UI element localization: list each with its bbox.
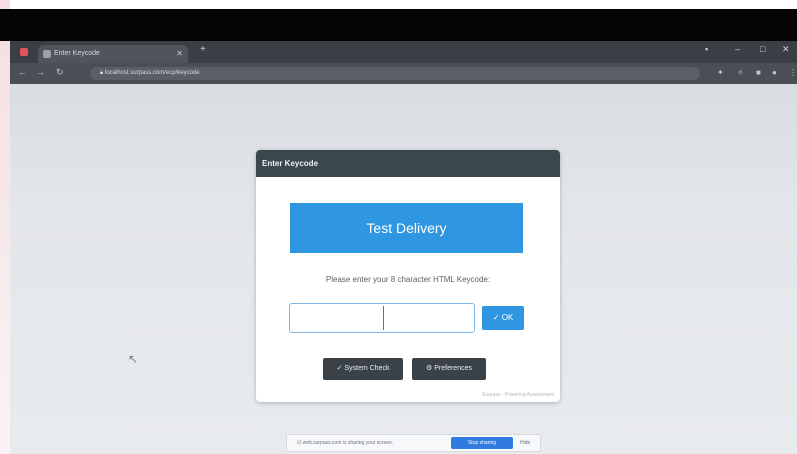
keycode-input-part1[interactable]: [292, 305, 394, 331]
keycode-divider: [383, 306, 384, 330]
minimize-icon[interactable]: ▪: [705, 44, 708, 54]
profile-icon[interactable]: ●: [772, 68, 777, 77]
cursor-icon: ↖: [128, 352, 139, 366]
test-delivery-button[interactable]: Test Delivery: [290, 203, 523, 253]
reload-icon[interactable]: ↻: [56, 67, 64, 78]
dialog-title: Enter Keycode: [256, 150, 560, 177]
system-check-label: System Check: [344, 365, 390, 372]
maximize-icon[interactable]: □: [760, 44, 765, 54]
browser-tab[interactable]: Enter Keycode ✕: [38, 45, 188, 63]
preferences-label: Preferences: [434, 365, 472, 372]
menu-icon[interactable]: ⋮: [789, 68, 797, 77]
footer-note: Surpass - Powering Assessment: [482, 392, 554, 398]
extension-icon[interactable]: ■: [756, 68, 761, 77]
page-content: ↖ Enter Keycode Test Delivery Please ent…: [10, 84, 797, 454]
url-field[interactable]: 🔒︎ localhost.surpass.com/ecp/keycode: [90, 67, 700, 80]
keycode-input-group: [289, 303, 488, 333]
browser-address-bar: ← → ↻ 🔒︎ localhost.surpass.com/ecp/keyco…: [10, 63, 797, 84]
system-check-button[interactable]: ✓ System Check: [323, 358, 403, 380]
stop-sharing-button[interactable]: Stop sharing: [451, 437, 513, 449]
extension-icon[interactable]: ✧: [737, 68, 744, 77]
left-background-strip: [0, 0, 10, 454]
record-icon: [20, 48, 28, 56]
screen-top-bezel: [0, 9, 797, 41]
forward-icon[interactable]: →: [36, 67, 45, 77]
hide-link[interactable]: Hide: [520, 435, 530, 451]
maximize-icon[interactable]: –: [735, 44, 740, 54]
keycode-input-part2[interactable]: [386, 305, 488, 331]
back-icon[interactable]: ←: [18, 67, 27, 77]
screen-sharing-bar: ⊡ web.surpass.com is sharing your screen…: [286, 434, 541, 452]
ok-button[interactable]: ✓ OK: [482, 306, 524, 330]
gear-icon: ⚙: [426, 365, 435, 372]
close-icon[interactable]: ✕: [176, 45, 183, 63]
window-close-icon[interactable]: ✕: [782, 44, 790, 55]
ok-label: OK: [501, 313, 514, 322]
tab-favicon-icon: [43, 50, 51, 58]
keycode-dialog: Enter Keycode Test Delivery Please enter…: [256, 150, 560, 402]
sharing-message: ⊡ web.surpass.com is sharing your screen…: [297, 440, 394, 446]
url-text: localhost.surpass.com/ecp/keycode: [104, 70, 200, 76]
browser-tab-bar: Enter Keycode ✕ + ▪ – □ ✕: [10, 41, 797, 63]
extension-icon[interactable]: ✦: [717, 68, 724, 77]
preferences-button[interactable]: ⚙ Preferences: [412, 358, 486, 380]
tab-title: Enter Keycode: [54, 50, 100, 57]
check-icon: ✓: [492, 313, 502, 322]
plus-icon[interactable]: +: [200, 44, 206, 55]
keycode-prompt: Please enter your 8 character HTML Keyco…: [325, 275, 491, 284]
